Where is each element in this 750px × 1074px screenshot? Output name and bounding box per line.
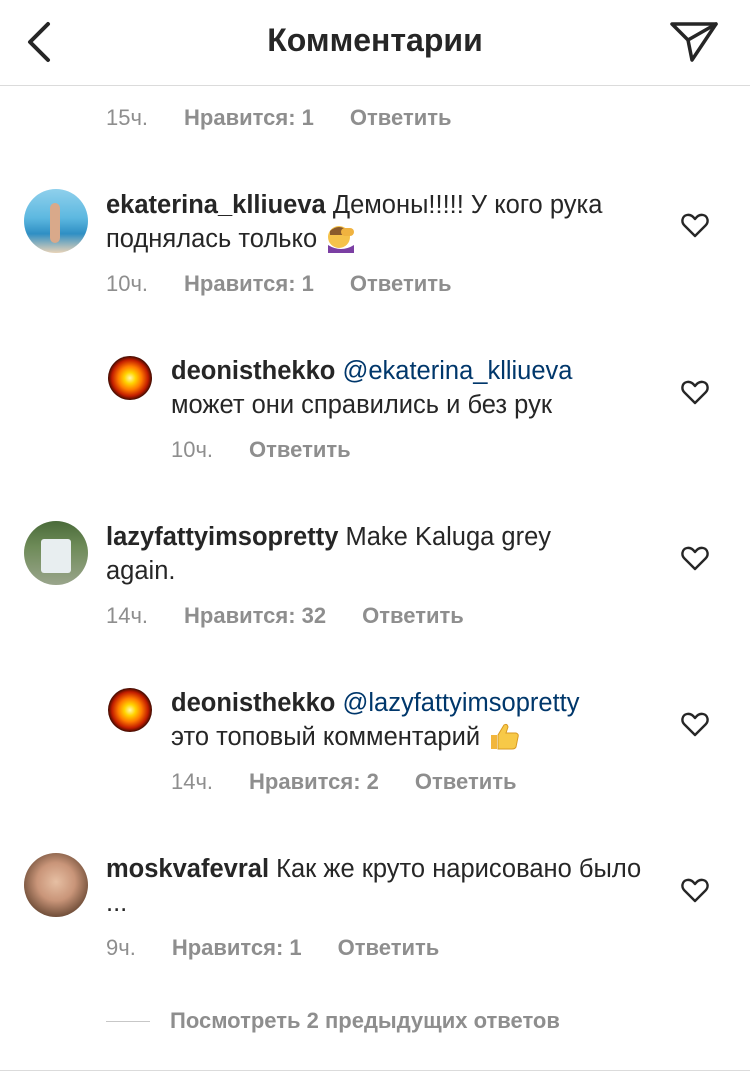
avatar[interactable] [24,521,88,585]
comment-username[interactable]: ekaterina_klliueva [106,191,326,219]
comment-username[interactable]: deonisthekko [171,357,335,385]
reply-button[interactable]: Ответить [350,105,452,131]
comment-time: 14ч. [171,769,214,794]
heart-icon[interactable] [681,711,709,737]
comment-text: lazyfattyimsopretty Make Kaluga grey aga… [106,520,626,588]
share-button[interactable] [668,18,720,64]
mention-link[interactable]: @lazyfattyimsopretty [342,689,579,717]
comment-username[interactable]: moskvafevral [106,855,269,883]
view-replies-link[interactable]: Посмотреть 2 предыдущих ответов [106,1004,560,1038]
view-replies-label: Посмотреть 2 предыдущих ответов [170,1008,560,1033]
avatar[interactable] [24,189,88,253]
reply-button[interactable]: Ответить [350,271,452,297]
comment-meta: 10ч. Нравится: 1 Ответить [106,267,452,301]
comment-body: это топовый комментарий [171,723,481,751]
mention-link[interactable]: @ekaterina_klliueva [342,357,572,385]
divider-line [106,1020,150,1022]
comment-time: 10ч. [106,271,149,296]
likes-count[interactable]: Нравится: 1 [184,271,314,297]
comment-text: deonisthekko @lazyfattyimsopretty это то… [171,686,651,754]
comment-meta: 10ч. Ответить [171,433,351,467]
comment-time: 15ч. [106,105,149,130]
paper-plane-icon [670,22,718,62]
heart-icon[interactable] [681,877,709,903]
reply-button[interactable]: Ответить [338,935,440,961]
top-bar: Комментарии [0,0,750,86]
heart-icon[interactable] [681,379,709,405]
comment-text: ekaterina_klliueva Демоны!!!!! У кого ру… [106,188,626,256]
face-palm-emoji [328,226,355,253]
avatar[interactable] [108,356,152,400]
comment-text: moskvafevral Как же круто нарисовано был… [106,852,646,920]
avatar[interactable] [24,853,88,917]
likes-count[interactable]: Нравится: 1 [172,935,302,961]
comment-meta: 14ч. Нравится: 32 Ответить [106,599,464,633]
page-title: Комментарии [267,22,483,58]
comment-meta: 14ч. Нравится: 2 Ответить [171,765,517,799]
comment-time: 14ч. [106,603,149,628]
reply-button[interactable]: Ответить [362,603,464,629]
comment-time: 10ч. [171,437,214,462]
divider [0,1070,750,1071]
comment-meta: 9ч. Нравится: 1 Ответить [106,931,439,965]
likes-count[interactable]: Нравится: 32 [184,603,326,629]
reply-button[interactable]: Ответить [249,437,351,463]
likes-count[interactable]: Нравится: 1 [184,105,314,131]
likes-count[interactable]: Нравится: 2 [249,769,379,795]
comment-username[interactable]: lazyfattyimsopretty [106,523,338,551]
avatar[interactable] [108,688,152,732]
reply-button[interactable]: Ответить [415,769,517,795]
comment-body: может они справились и без рук [171,391,552,419]
comment-username[interactable]: deonisthekko [171,689,335,717]
thumbs-up-emoji [491,723,519,750]
comment-meta: 15ч. Нравится: 1 Ответить [106,101,452,135]
heart-icon[interactable] [681,212,709,238]
heart-icon[interactable] [681,545,709,571]
comment-time: 9ч. [106,935,136,960]
comment-text: deonisthekko @ekaterina_klliueva может о… [171,354,641,422]
